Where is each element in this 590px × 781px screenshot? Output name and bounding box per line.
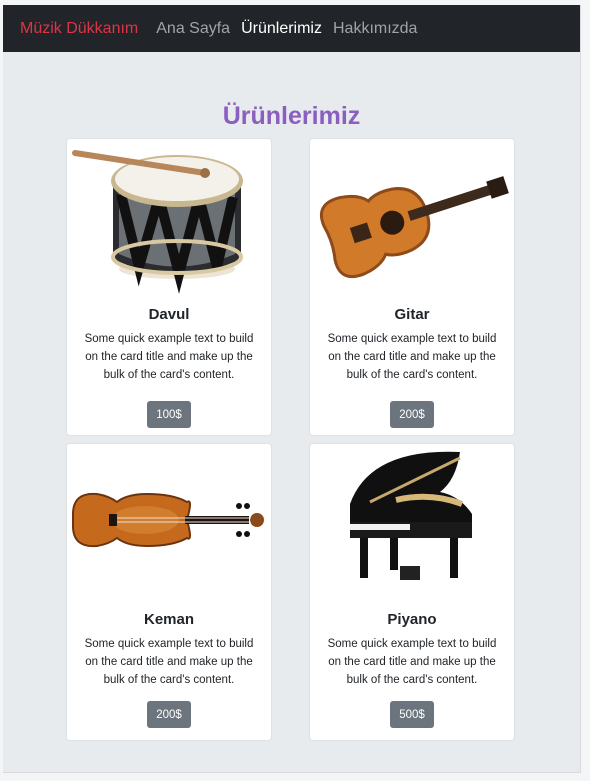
piano-image: [350, 451, 472, 580]
violin-image: [72, 492, 264, 548]
price-button[interactable]: 500$: [390, 701, 434, 728]
card-text: Some quick example text to build on the …: [327, 333, 497, 381]
card-title: Piyano: [387, 611, 437, 628]
card-text: Some quick example text to build on the …: [84, 638, 254, 686]
card-text: Some quick example text to build on the …: [327, 638, 497, 686]
guitar-image: [319, 176, 509, 279]
drum-image: [72, 150, 243, 294]
price-button[interactable]: 200$: [390, 401, 434, 428]
nav-link-home[interactable]: Ana Sayfa: [156, 20, 230, 38]
product-card-guitar: Gitar Some quick example text to build o…: [309, 138, 515, 436]
nav-link-about[interactable]: Hakkımızda: [333, 20, 417, 38]
card-title: Keman: [143, 611, 195, 628]
product-card-drum: Davul Some quick example text to build o…: [66, 138, 272, 436]
brand-link[interactable]: Müzik Dükkanım: [20, 20, 138, 38]
card-text: Some quick example text to build on the …: [84, 333, 254, 381]
product-card-violin: Keman Some quick example text to build o…: [66, 443, 272, 741]
price-button[interactable]: 100$: [147, 401, 191, 428]
product-card-piano: Piyano Some quick example text to build …: [309, 443, 515, 741]
card-title: Davul: [148, 306, 190, 323]
card-title: Gitar: [394, 306, 430, 323]
nav-link-products[interactable]: Ürünlerimiz: [241, 20, 322, 38]
price-button[interactable]: 200$: [147, 701, 191, 728]
page-frame: Müzik Dükkanım Ana Sayfa Ürünlerimiz Hak…: [3, 5, 581, 773]
page-title: Ürünlerimiz: [222, 102, 361, 130]
navbar: Müzik Dükkanım Ana Sayfa Ürünlerimiz Hak…: [3, 5, 580, 52]
